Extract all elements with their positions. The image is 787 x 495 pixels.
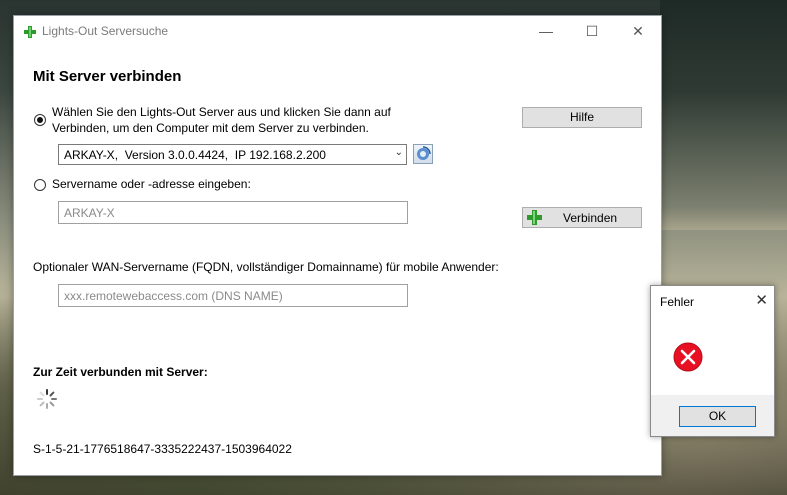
error-dialog-close-button[interactable]: ✕ — [755, 291, 768, 309]
connect-button[interactable]: Verbinden — [522, 207, 642, 228]
error-dialog-title: Fehler — [660, 295, 695, 309]
select-server-text-line1: Wählen Sie den Lights-Out Server aus und… — [52, 105, 391, 119]
wan-placeholder: xxx.remotewebaccess.com (DNS NAME) — [64, 289, 283, 303]
server-dropdown[interactable]: ARKAY-X, Version 3.0.0.4424, IP 192.168.… — [58, 144, 407, 165]
app-plus-icon — [24, 26, 36, 38]
close-button[interactable]: ✕ — [615, 16, 661, 47]
error-dialog-body — [651, 317, 774, 395]
help-button[interactable]: Hilfe — [522, 107, 642, 128]
connect-button-label: Verbinden — [563, 211, 618, 225]
chevron-down-icon: ⌄ — [394, 147, 403, 158]
radio-select-server[interactable] — [34, 114, 46, 126]
page-title: Mit Server verbinden — [33, 68, 182, 85]
error-icon — [673, 342, 703, 372]
desktop-background-top — [660, 0, 787, 230]
select-server-text-line2: Verbinden, um den Computer mit dem Serve… — [52, 121, 369, 135]
title-bar[interactable]: Lights-Out Serversuche — ☐ ✕ — [14, 16, 661, 47]
ok-button[interactable]: OK — [679, 406, 756, 427]
wan-input[interactable]: xxx.remotewebaccess.com (DNS NAME) — [58, 284, 408, 307]
main-window: Lights-Out Serversuche — ☐ ✕ Mit Server … — [13, 15, 662, 476]
window-title: Lights-Out Serversuche — [42, 24, 169, 38]
sid-text: S-1-5-21-1776518647-3335222437-150396402… — [33, 442, 292, 456]
server-name-input[interactable]: ARKAY-X — [58, 201, 408, 224]
connected-label: Zur Zeit verbunden mit Server: — [33, 365, 208, 379]
wan-label: Optionaler WAN-Servername (FQDN, vollstä… — [33, 260, 499, 274]
error-dialog-title-bar[interactable]: Fehler ✕ — [651, 286, 774, 317]
refresh-button[interactable] — [413, 144, 433, 164]
minimize-button[interactable]: — — [523, 16, 569, 47]
loading-spinner-icon — [37, 389, 57, 409]
refresh-icon — [417, 146, 431, 160]
error-dialog: Fehler ✕ OK — [650, 285, 775, 437]
server-dropdown-value: ARKAY-X, Version 3.0.0.4424, IP 192.168.… — [64, 148, 326, 162]
plus-icon — [527, 210, 542, 225]
radio-manual-server[interactable] — [34, 179, 46, 191]
server-name-placeholder: ARKAY-X — [64, 206, 115, 220]
maximize-button[interactable]: ☐ — [569, 16, 615, 47]
manual-server-label: Servername oder -adresse eingeben: — [52, 177, 251, 191]
